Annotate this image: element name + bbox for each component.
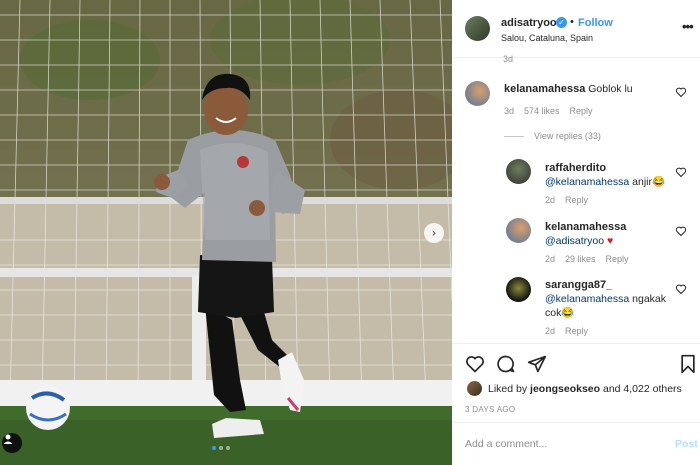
reply-mention[interactable]: @kelanamahessa [545,293,629,305]
post-header: adisatryoo ✓ • Follow Salou, Cataluna, S… [452,0,700,58]
caption-time: 3d [503,54,514,64]
save-bookmark-icon[interactable] [678,353,698,375]
share-paper-plane-icon[interactable] [527,354,547,374]
comment-item: kelanamahessa Goblok lu 3d 574 likes Rep… [504,82,674,116]
comment-likes[interactable]: 574 likes [524,106,560,116]
comment-bubble-icon[interactable] [496,354,516,374]
photo-scene [0,0,452,465]
reply-item: kelanamahessa @adisatryoo ♥ 2d 29 likes … [545,220,675,264]
carousel-dot [219,446,223,450]
reply-button[interactable]: Reply [565,195,588,205]
view-replies-label[interactable]: View replies (33) [534,131,601,141]
reply-time: 2d [545,254,556,264]
reply-item: sarangga87_ @kelanamahessa ngakak cok😂 2… [545,278,675,336]
reply-like-heart-icon[interactable] [675,225,687,237]
post-photo[interactable]: › [0,0,452,465]
reply-mention[interactable]: @kelanamahessa [545,176,629,188]
liked-by-prefix: Liked by [488,382,531,395]
user-tag-icon[interactable] [2,433,22,453]
post-timestamp[interactable]: 3 DAYS AGO [465,405,515,414]
reply-button[interactable]: Reply [565,326,588,336]
reply-time: 2d [545,195,556,205]
reply-like-heart-icon[interactable] [675,166,687,178]
more-options-icon[interactable]: ••• [682,19,694,34]
carousel-dot-active [212,446,216,450]
liked-by-summary: Liked by jeongseokseo and 4,022 others [467,381,682,396]
reply-text-continued: cok😂 [545,307,575,319]
reply-avatar[interactable] [506,159,531,184]
reply-text: ♥ [604,235,614,247]
comment-text: Goblok lu [588,83,633,95]
reply-like-heart-icon[interactable] [675,283,687,295]
reply-text: ngakak [629,293,666,305]
comment-time: 3d [504,106,515,116]
next-photo-chevron-right-icon[interactable]: › [424,223,444,243]
like-heart-icon[interactable] [465,354,485,374]
separator-dot: • [570,16,574,28]
verified-badge-icon: ✓ [556,17,567,28]
author-username[interactable]: adisatryoo [501,17,557,29]
reply-avatar[interactable] [506,277,531,302]
add-comment-bar: Add a comment... Post [452,422,700,465]
reply-avatar[interactable] [506,218,531,243]
post-actions-section: Liked by jeongseokseo and 4,022 others 3… [452,343,700,465]
follow-button[interactable]: Follow [578,17,613,29]
reply-time: 2d [545,326,556,336]
reply-likes[interactable]: 29 likes [565,254,596,264]
carousel-dots [212,446,230,450]
reply-username[interactable]: raffaherdito [545,162,606,174]
post-comment-button[interactable]: Post [675,438,698,450]
comment-input[interactable]: Add a comment... [465,438,547,450]
reply-item: raffaherdito @kelanamahessa anjir😂 2d Re… [545,161,675,205]
post-side-panel: adisatryoo ✓ • Follow Salou, Cataluna, S… [452,0,700,465]
reply-text: anjir😂 [629,176,666,188]
comment-like-heart-icon[interactable] [675,86,687,98]
comment-username[interactable]: kelanamahessa [504,83,585,95]
commenter-avatar[interactable] [465,81,490,106]
reply-username[interactable]: sarangga87_ [545,279,612,291]
reply-button[interactable]: Reply [570,106,593,116]
liker-username[interactable]: jeongseokseo [530,383,600,395]
post-location[interactable]: Salou, Cataluna, Spain [501,33,593,43]
liked-by-text: Liked by jeongseokseo and 4,022 others [488,383,682,395]
reply-username[interactable]: kelanamahessa [545,221,626,233]
view-replies-line [504,135,524,137]
reply-mention[interactable]: @adisatryoo [545,235,604,247]
view-replies-toggle[interactable]: View replies (33) [504,131,601,141]
carousel-dot [226,446,230,450]
liker-avatar[interactable] [467,381,482,396]
liked-by-suffix[interactable]: and 4,022 others [600,383,682,395]
reply-button[interactable]: Reply [606,254,629,264]
author-avatar[interactable] [465,16,490,41]
